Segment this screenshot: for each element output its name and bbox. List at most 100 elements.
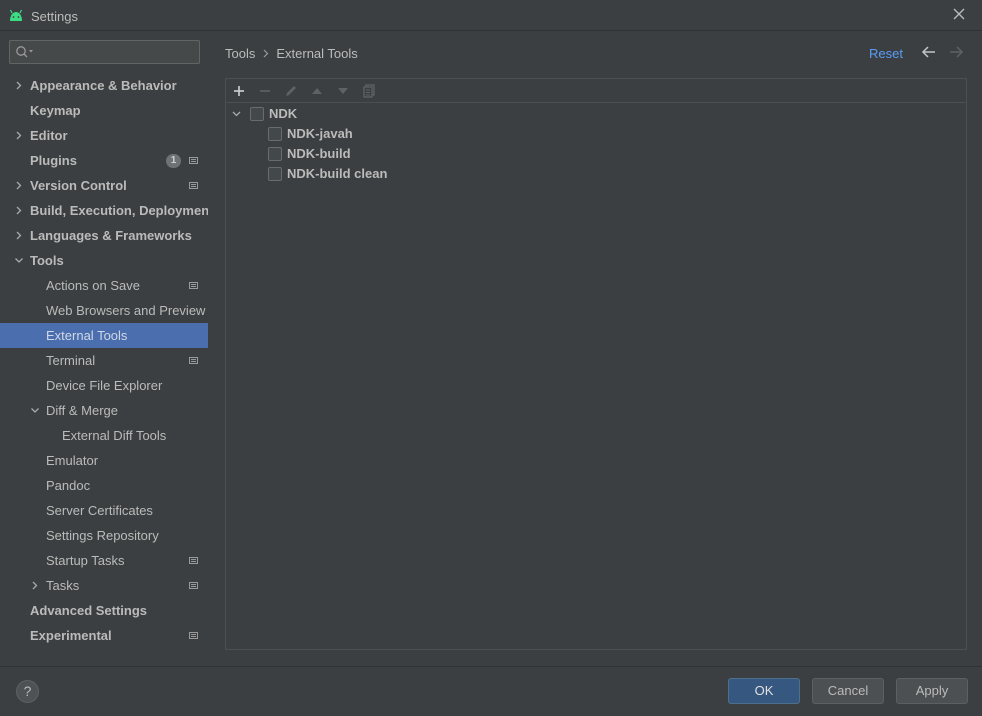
- sidebar-item-label: Languages & Frameworks: [30, 228, 192, 243]
- sidebar-item-tools[interactable]: Tools: [0, 248, 208, 273]
- chevron-right-icon[interactable]: [15, 231, 23, 240]
- sidebar-item-terminal[interactable]: Terminal: [0, 348, 208, 373]
- tool-checkbox[interactable]: [268, 147, 282, 161]
- sidebar-item-pandoc[interactable]: Pandoc: [0, 473, 208, 498]
- ndk-group-checkbox[interactable]: [250, 107, 264, 121]
- arrow-left-icon[interactable]: [921, 45, 937, 59]
- tool-group-ndk[interactable]: NDK: [232, 104, 532, 124]
- breadcrumb-current: External Tools: [276, 46, 358, 61]
- sidebar-item-external-tools[interactable]: External Tools: [0, 323, 208, 348]
- sidebar-item-label: Pandoc: [46, 478, 91, 493]
- tool-item[interactable]: NDK-javah: [268, 124, 568, 144]
- sidebar-item-label: Diff & Merge: [46, 403, 119, 418]
- arrow-right-icon[interactable]: [948, 45, 964, 59]
- ok-button[interactable]: OK: [728, 678, 800, 704]
- close-icon[interactable]: [952, 7, 966, 21]
- external-tools-panel: NDK NDK-javah NDK-build NDK-build clean: [225, 78, 967, 650]
- reset-link[interactable]: Reset: [869, 46, 903, 61]
- chevron-right-icon[interactable]: [15, 131, 23, 140]
- main-panel: Tools External Tools Reset NDK NDK-javah…: [208, 32, 982, 666]
- chevron-down-icon[interactable]: [31, 406, 39, 415]
- chevron-down-icon[interactable]: [15, 256, 23, 265]
- sidebar-item-experimental[interactable]: Experimental: [0, 623, 208, 648]
- project-settings-icon: [189, 357, 198, 364]
- sidebar-item-advanced-settings[interactable]: Advanced Settings: [0, 598, 208, 623]
- tool-item[interactable]: NDK-build clean: [268, 164, 568, 184]
- sidebar-item-label: Startup Tasks: [46, 553, 125, 568]
- breadcrumb-parent[interactable]: Tools: [225, 46, 255, 61]
- chevron-right-icon[interactable]: [15, 181, 23, 190]
- apply-button[interactable]: Apply: [896, 678, 968, 704]
- chevron-right-icon[interactable]: [31, 581, 39, 590]
- tools-toolbar: [226, 79, 966, 103]
- cancel-button[interactable]: Cancel: [812, 678, 884, 704]
- sidebar-item-settings-repository[interactable]: Settings Repository: [0, 523, 208, 548]
- sidebar-item-label: Emulator: [46, 453, 99, 468]
- help-button[interactable]: ?: [16, 680, 39, 703]
- sidebar-item-label: Tools: [30, 253, 64, 268]
- chevron-right-icon: [263, 46, 269, 61]
- sidebar-item-appearance-behavior[interactable]: Appearance & Behavior: [0, 73, 208, 98]
- project-settings-icon: [189, 582, 198, 589]
- settings-sidebar: Appearance & Behavior Keymap Editor Plugins…: [0, 32, 213, 666]
- project-settings-icon: [189, 632, 198, 639]
- add-icon[interactable]: [231, 83, 247, 99]
- sidebar-item-label: Keymap: [30, 103, 81, 118]
- tool-label: NDK-build: [287, 146, 351, 161]
- chevron-right-icon[interactable]: [15, 206, 23, 215]
- edit-icon[interactable]: [283, 83, 299, 99]
- sidebar-item-editor[interactable]: Editor: [0, 123, 208, 148]
- project-settings-icon: [189, 282, 198, 289]
- sidebar-item-label: Plugins: [30, 153, 77, 168]
- sidebar-item-label: Web Browsers and Preview: [46, 303, 206, 318]
- sidebar-item-label: Version Control: [30, 178, 127, 193]
- sidebar-item-label: Tasks: [46, 578, 80, 593]
- sidebar-item-actions-on-save[interactable]: Actions on Save: [0, 273, 208, 298]
- remove-icon[interactable]: [257, 83, 273, 99]
- sidebar-item-label: Advanced Settings: [30, 603, 148, 618]
- sidebar-item-startup-tasks[interactable]: Startup Tasks: [0, 548, 208, 573]
- sidebar-item-device-file-explorer[interactable]: Device File Explorer: [0, 373, 208, 398]
- sidebar-item-version-control[interactable]: Version Control: [0, 173, 208, 198]
- sidebar-item-diff-merge[interactable]: Diff & Merge: [0, 398, 208, 423]
- sidebar-item-build-execution-deployment[interactable]: Build, Execution, Deployment: [0, 198, 213, 223]
- sidebar-item-label: Appearance & Behavior: [30, 78, 177, 93]
- update-count-badge: 1: [166, 154, 181, 168]
- chevron-down-icon[interactable]: [232, 110, 241, 118]
- sidebar-item-label: Actions on Save: [46, 278, 140, 293]
- tool-checkbox[interactable]: [268, 167, 282, 181]
- project-settings-icon: [189, 182, 198, 189]
- sidebar-item-label: Terminal: [46, 353, 96, 368]
- sidebar-item-label: Settings Repository: [46, 528, 159, 543]
- sidebar-item-keymap[interactable]: Keymap: [0, 98, 208, 123]
- sidebar-item-label: Build, Execution, Deployment: [30, 203, 214, 218]
- breadcrumb: Tools External Tools: [225, 46, 358, 61]
- title-bar: Settings: [0, 0, 982, 31]
- tool-label: NDK-javah: [287, 126, 353, 141]
- sidebar-item-label: External Tools: [46, 328, 128, 343]
- sidebar-item-emulator[interactable]: Emulator: [0, 448, 208, 473]
- search-icon: [16, 46, 33, 58]
- sidebar-item-web-browsers-and-preview[interactable]: Web Browsers and Preview: [0, 298, 208, 323]
- sidebar-item-languages-frameworks[interactable]: Languages & Frameworks: [0, 223, 208, 248]
- sidebar-item-label: External Diff Tools: [62, 428, 167, 443]
- search-input[interactable]: [9, 40, 200, 64]
- sidebar-item-server-certificates[interactable]: Server Certificates: [0, 498, 208, 523]
- move-down-icon[interactable]: [335, 83, 351, 99]
- sidebar-item-tasks[interactable]: Tasks: [0, 573, 208, 598]
- dialog-footer: ? OK Cancel Apply: [0, 666, 982, 716]
- sidebar-item-label: Server Certificates: [46, 503, 153, 518]
- tool-group-label: NDK: [269, 106, 298, 121]
- window-title: Settings: [31, 9, 78, 24]
- tool-label: NDK-build clean: [287, 166, 388, 181]
- sidebar-item-label: Experimental: [30, 628, 112, 643]
- chevron-right-icon[interactable]: [15, 81, 23, 90]
- sidebar-item-external-diff-tools[interactable]: External Diff Tools: [0, 423, 208, 448]
- tool-checkbox[interactable]: [268, 127, 282, 141]
- move-up-icon[interactable]: [309, 83, 325, 99]
- android-icon: [9, 9, 23, 21]
- tool-item[interactable]: NDK-build: [268, 144, 568, 164]
- copy-icon[interactable]: [361, 83, 377, 99]
- project-settings-icon: [189, 157, 198, 164]
- sidebar-item-plugins[interactable]: Plugins 1: [0, 148, 208, 173]
